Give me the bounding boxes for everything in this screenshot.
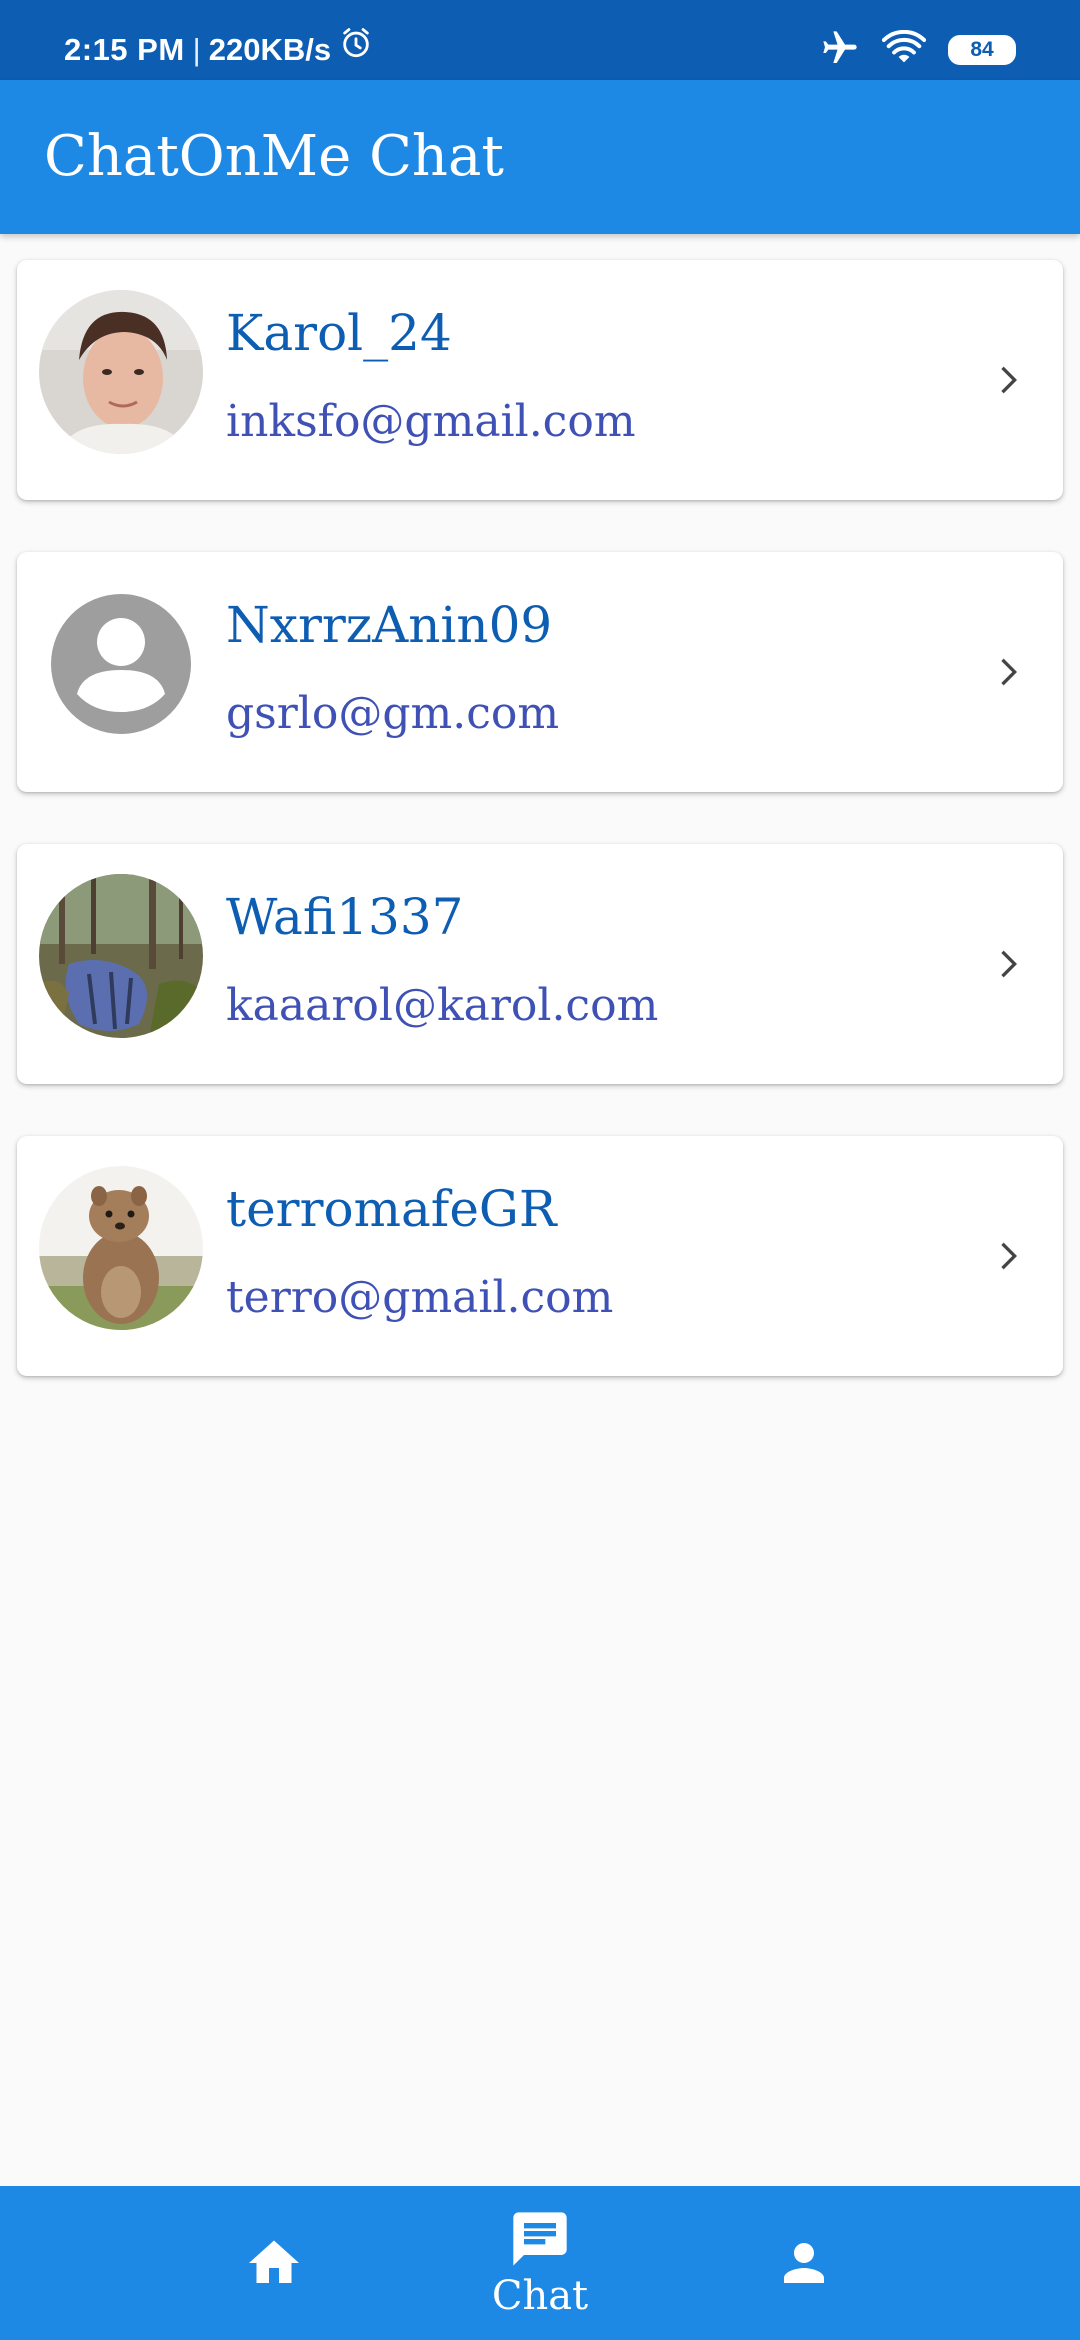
chevron-right-icon — [1001, 950, 1017, 978]
default-person-icon — [39, 582, 203, 746]
contact-name: Karol_24 — [226, 304, 452, 362]
home-icon — [249, 2240, 299, 2283]
contact-email: kaaarol@karol.com — [226, 980, 659, 1031]
nav-chat[interactable]: Chat — [480, 2186, 600, 2340]
chat-icon — [513, 2212, 567, 2266]
contact-email: inksfo@gmail.com — [226, 396, 636, 447]
contact-name: Wafi1337 — [226, 888, 464, 946]
contact-card[interactable]: Karol_24 inksfo@gmail.com — [17, 260, 1063, 500]
chevron-right-icon — [1001, 366, 1017, 394]
bottom-nav: Chat — [0, 2186, 1080, 2340]
contact-email: gsrlo@gm.com — [226, 688, 560, 739]
avatar — [39, 874, 203, 1038]
status-right: 84 — [820, 28, 1016, 73]
wifi-icon — [881, 29, 927, 71]
app-bar: ChatOnMe Chat — [0, 80, 1080, 234]
contact-name: NxrrzAnin09 — [226, 596, 553, 654]
page-title: ChatOnMe Chat — [44, 124, 504, 189]
contact-card[interactable]: Wafi1337 kaaarol@karol.com — [17, 844, 1063, 1084]
contact-card[interactable]: NxrrzAnin09 gsrlo@gm.com — [17, 552, 1063, 792]
person-icon — [784, 2243, 824, 2283]
chevron-right-icon — [1001, 658, 1017, 686]
nav-home[interactable] — [224, 2186, 324, 2340]
nav-chat-label: Chat — [491, 2273, 589, 2319]
contact-name: terromafeGR — [226, 1180, 557, 1238]
battery-icon: 84 — [948, 35, 1016, 65]
contact-card[interactable]: terromafeGR terro@gmail.com — [17, 1136, 1063, 1376]
airplane-icon — [820, 28, 860, 73]
battery-level: 84 — [970, 38, 994, 61]
chevron-right-icon — [1001, 1242, 1017, 1270]
avatar — [39, 1166, 203, 1330]
status-bar: 2:15 PM | 220KB/s 84 — [0, 0, 1080, 80]
nav-profile[interactable] — [754, 2186, 854, 2340]
contact-email: terro@gmail.com — [226, 1272, 614, 1323]
avatar — [39, 290, 203, 454]
